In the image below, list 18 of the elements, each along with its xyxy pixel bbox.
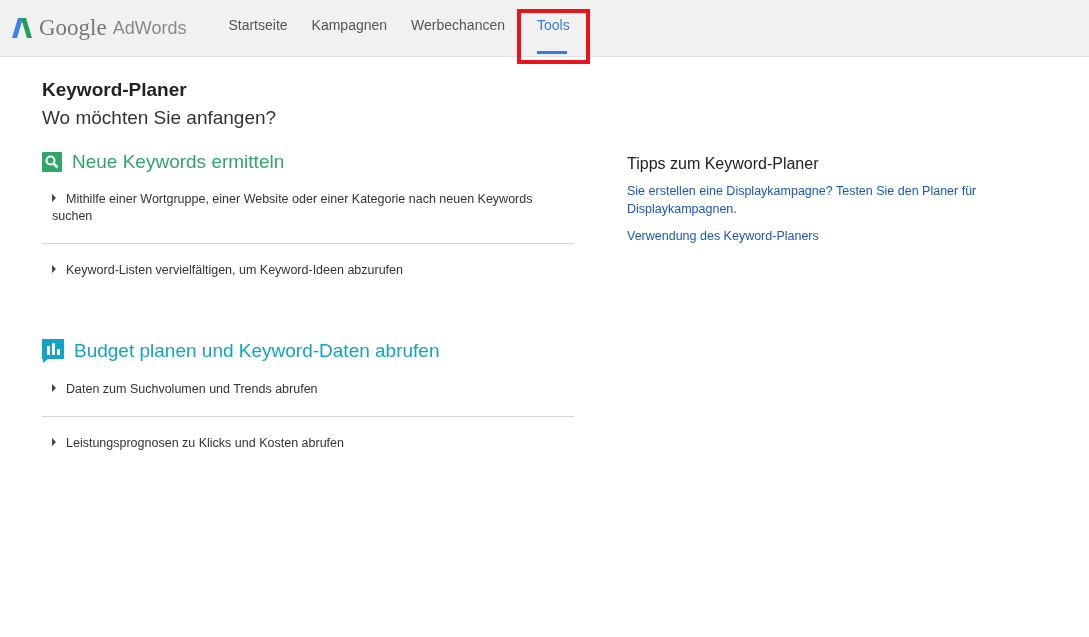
logo-wordmark: Google: [39, 15, 107, 41]
logo-product-name: AdWords: [112, 17, 187, 39]
expandable-option[interactable]: Keyword-Listen vervielfältigen, um Keyword-Ideen abzurufen: [42, 262, 574, 279]
section-heading: Neue Keywords ermitteln: [72, 151, 285, 173]
help-link[interactable]: Sie erstellen eine Displaykampagne? Testen Sie den Planer für Displaykampagnen.: [627, 182, 1007, 218]
page-title: Keyword-Planer: [42, 79, 188, 101]
expandable-option[interactable]: Daten zum Suchvolumen und Trends abrufen: [42, 381, 574, 398]
nav-tab[interactable]: Kampagnen: [311, 17, 388, 33]
tips-heading: Tipps zum Keyword-Planer: [627, 155, 820, 173]
section-heading: Budget planen und Keyword-Daten abrufen: [74, 340, 440, 362]
help-link[interactable]: Verwendung des Keyword-Planers: [627, 227, 1007, 245]
expandable-option[interactable]: Leistungsprognosen zu Klicks und Kosten abrufen: [42, 435, 574, 452]
logo-icon: [11, 17, 33, 39]
page-subtitle: Wo möchten Sie anfangen?: [42, 107, 278, 129]
nav-tab[interactable]: Werbechancen: [411, 17, 505, 33]
nav-tab[interactable]: Tools: [537, 17, 570, 33]
expandable-option[interactable]: Mithilfe einer Wortgruppe, einer Website oder einer Kategorie nach neuen Keywords suchen: [42, 191, 574, 225]
nav-tab[interactable]: Startseite: [228, 17, 288, 33]
